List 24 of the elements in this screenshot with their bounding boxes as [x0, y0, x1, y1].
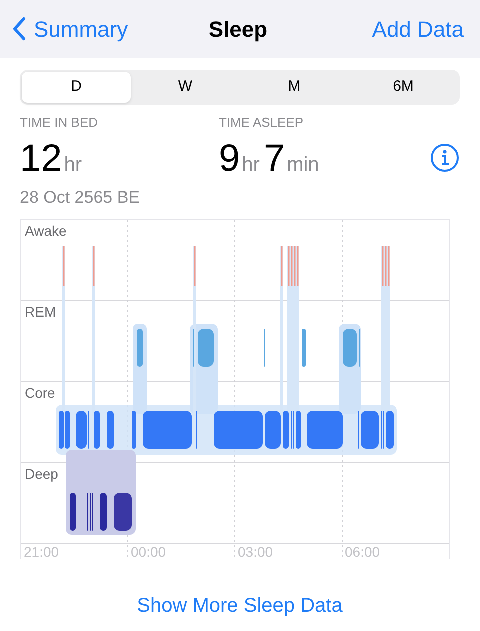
stat-unit: hr: [242, 153, 260, 178]
stat-value: 12: [20, 137, 62, 181]
period-tab[interactable]: D: [22, 72, 131, 103]
stat-label: TIME ASLEEP: [219, 114, 305, 132]
period-tab[interactable]: M: [240, 72, 349, 103]
stat-value: 7: [264, 137, 286, 181]
stage-label: Awake: [25, 222, 67, 238]
stat-unit: hr: [64, 153, 82, 178]
info-icon[interactable]: [430, 143, 460, 173]
screen-title: Sleep: [208, 16, 268, 44]
time-label: 21:00: [23, 544, 60, 560]
add-data-button[interactable]: Add Data: [372, 12, 468, 46]
show-more-link[interactable]: Show More Sleep Data: [137, 590, 343, 620]
back-button[interactable]: Summary: [12, 12, 128, 46]
period-tab[interactable]: 6M: [349, 72, 458, 103]
chevron-left-icon: [12, 17, 26, 41]
stat-value: 9: [219, 137, 240, 181]
time-label: 00:00: [130, 544, 168, 560]
date-label: 28 Oct 2565 BE: [20, 187, 142, 209]
stat-label: TIME IN BED: [20, 114, 100, 132]
stat-unit: min: [287, 153, 320, 178]
period-tab[interactable]: W: [131, 72, 240, 103]
time-label: 06:00: [344, 544, 382, 560]
time-label: 03:00: [237, 544, 274, 560]
